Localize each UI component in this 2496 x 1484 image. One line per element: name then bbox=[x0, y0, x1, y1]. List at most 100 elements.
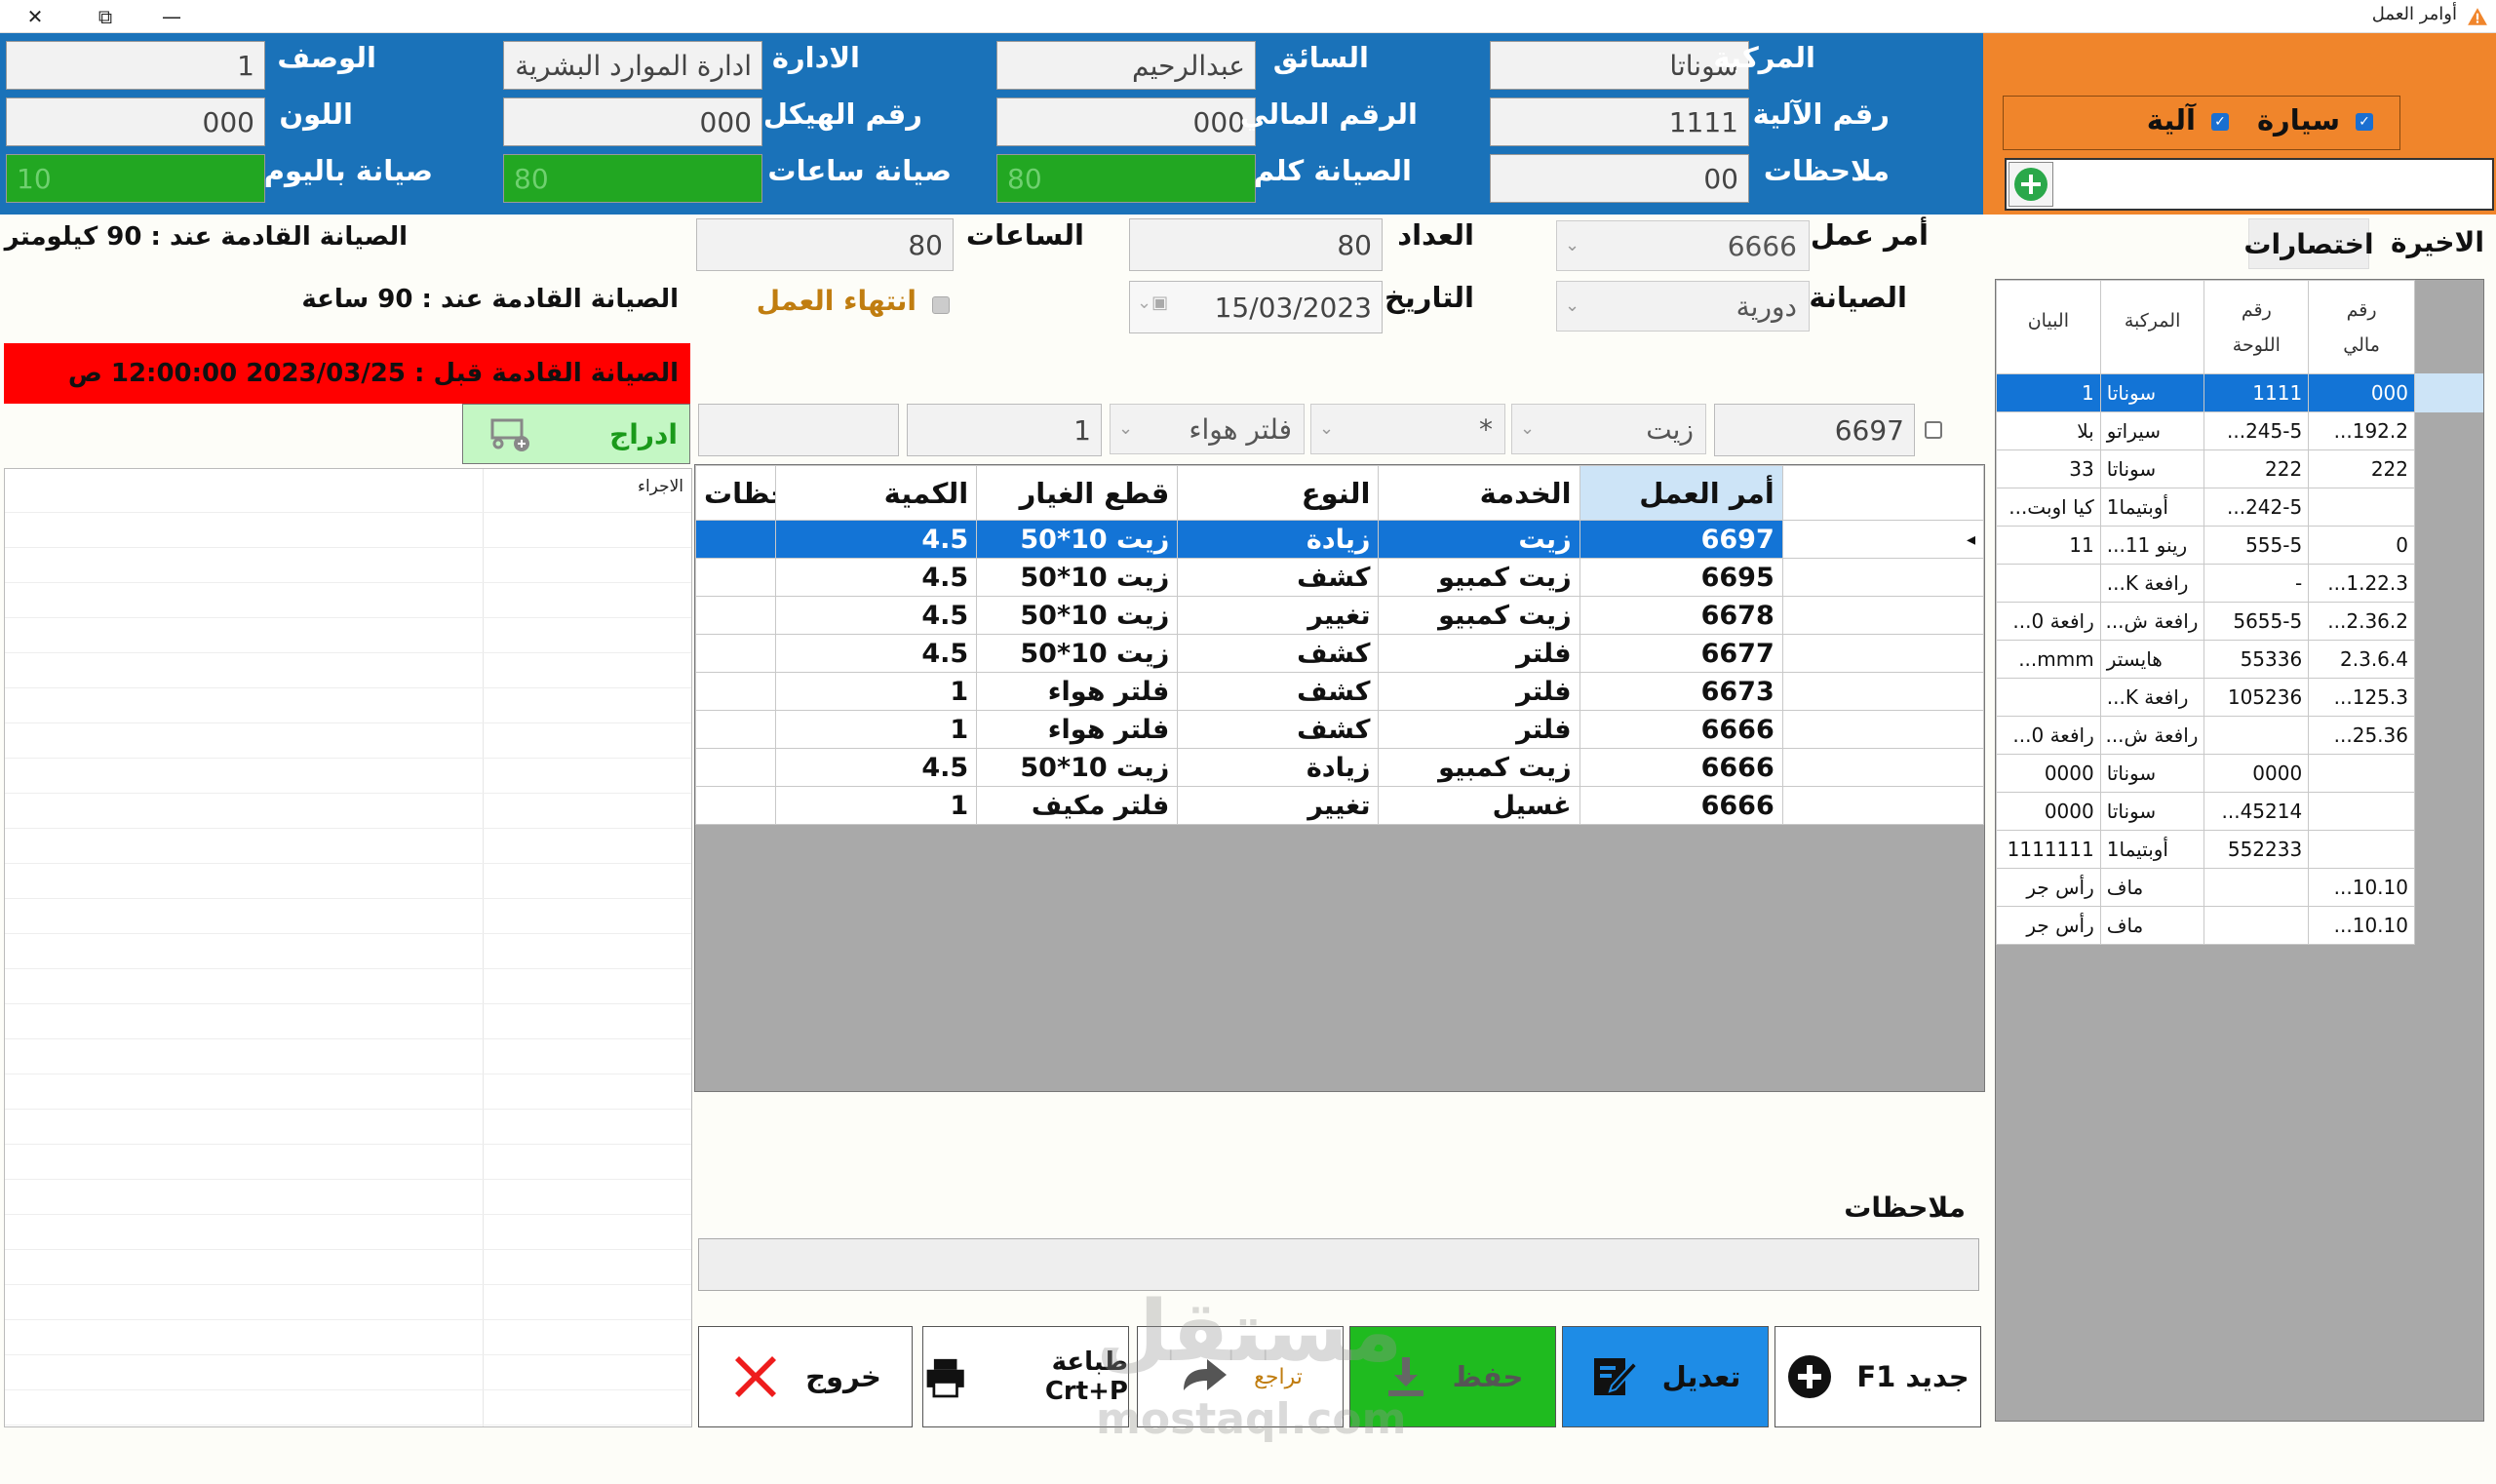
restore-window-button[interactable]: ⧉ bbox=[86, 0, 125, 33]
minimize-window-button[interactable]: — bbox=[152, 0, 191, 33]
grid-line bbox=[5, 933, 691, 934]
km-maintenance-label: الصيانة كلم bbox=[1253, 154, 1412, 187]
entry-notes-field[interactable] bbox=[698, 404, 899, 456]
car-checkbox[interactable]: ✓ bbox=[2356, 113, 2373, 131]
grid-line bbox=[5, 1144, 691, 1145]
table-row[interactable]: 4.5 زيت 10*50 كشف فلتر 6677 bbox=[694, 634, 1985, 673]
maintenance-type-combo[interactable]: دورية ⌄ bbox=[1556, 281, 1810, 332]
tab-shortcuts[interactable]: اختصارات bbox=[2243, 218, 2374, 269]
table-cell bbox=[2308, 754, 2415, 793]
table-row[interactable]: 4.5 زيت 10*50 تغيير زيت كمبيو 6678 bbox=[694, 596, 1985, 635]
table-cell: 4.5 bbox=[775, 558, 978, 597]
table-row[interactable]: 1111111 أوبتيما1 552233 bbox=[1996, 830, 2415, 869]
entry-order-field[interactable]: 6697 bbox=[1714, 404, 1915, 456]
new-button[interactable]: جديد F1 bbox=[1774, 1326, 1981, 1427]
hours-field[interactable]: 80 bbox=[696, 218, 954, 271]
table-row[interactable]: 4.5 زيت 10*50 زيادة زيت كمبيو 6666 bbox=[694, 748, 1985, 787]
column-header[interactable]: قطع الغيار bbox=[976, 465, 1179, 521]
entry-select-checkbox[interactable] bbox=[1925, 421, 1942, 439]
column-header[interactable]: المركبة bbox=[2099, 280, 2205, 374]
work-order-grid: ملاحظاتالكميةقطع الغيارالنوعالخدمةأمر ال… bbox=[694, 464, 1985, 1092]
table-row[interactable]: 11 رينو 11... 555-5 0 bbox=[1996, 526, 2415, 565]
column-header[interactable]: أمر العمل bbox=[1579, 465, 1783, 521]
vehicle-search-input[interactable] bbox=[2005, 158, 2494, 211]
row-indicator[interactable] bbox=[1781, 710, 1985, 749]
column-header[interactable]: رقم مالي bbox=[2308, 280, 2415, 374]
table-row[interactable]: رأس جر ماف 10.10... bbox=[1996, 868, 2415, 907]
grid-line bbox=[5, 793, 691, 794]
table-row[interactable]: كيا اوبت... أوبتيما1 242-5... bbox=[1996, 488, 2415, 527]
exit-button[interactable]: خروج bbox=[698, 1326, 913, 1427]
table-row[interactable]: 0000 سوناتا 0000 bbox=[1996, 754, 2415, 793]
table-row[interactable]: رافعة 0... رافعة ش... 5655-5 2.36.2... bbox=[1996, 602, 2415, 641]
counter-label: العداد bbox=[1397, 218, 1474, 252]
table-row[interactable]: رأس جر ماف 10.10... bbox=[1996, 906, 2415, 945]
column-header[interactable]: الكمية bbox=[775, 465, 978, 521]
save-button-label: حفظ bbox=[1452, 1360, 1524, 1393]
insert-button[interactable]: ادراج bbox=[462, 404, 690, 464]
column-header[interactable]: ملاحظات bbox=[694, 465, 777, 521]
table-row[interactable]: 33 سوناتا 222 222 bbox=[1996, 449, 2415, 488]
table-cell: فلتر bbox=[1378, 710, 1580, 749]
row-indicator[interactable] bbox=[1781, 596, 1985, 635]
entry-service-combo[interactable]: زيت ⌄ bbox=[1511, 404, 1706, 454]
table-row[interactable]: mmm... هايستر 55336 2.3.6.4 bbox=[1996, 640, 2415, 679]
column-header[interactable]: النوع bbox=[1177, 465, 1380, 521]
table-cell: رأس جر bbox=[1996, 868, 2101, 907]
table-cell: تغيير bbox=[1177, 596, 1380, 635]
column-header[interactable]: رقم اللوحة bbox=[2204, 280, 2310, 374]
calendar-dropdown-icon[interactable]: ⌄▣ bbox=[1137, 293, 1168, 313]
table-row[interactable]: 1 فلتر هواء كشف فلتر 6673 bbox=[694, 672, 1985, 711]
table-row[interactable]: 1 سوناتا 1111 000 bbox=[1996, 373, 2415, 412]
table-row[interactable]: رافعة 0... رافعة ش... 25.36... bbox=[1996, 716, 2415, 755]
entry-part-combo[interactable]: فلتر هواء ⌄ bbox=[1110, 404, 1305, 454]
table-cell: 125.3... bbox=[2308, 678, 2415, 717]
chassis-field[interactable]: 000 bbox=[503, 98, 762, 146]
driver-field[interactable]: عبدالرحيم bbox=[996, 41, 1256, 90]
table-row[interactable]: رافعة K... -1.22.3... bbox=[1996, 564, 2415, 603]
row-indicator[interactable] bbox=[1781, 634, 1985, 673]
add-vehicle-button[interactable] bbox=[2008, 162, 2053, 207]
column-header[interactable]: البيان bbox=[1996, 280, 2101, 374]
table-row[interactable]: رافعة K... 105236 125.3... bbox=[1996, 678, 2415, 717]
row-indicator[interactable] bbox=[1781, 672, 1985, 711]
plus-circle-icon bbox=[1788, 1355, 1832, 1398]
table-row[interactable]: 1 فلتر مكيف تغيير غسيل 6666 bbox=[694, 786, 1985, 825]
table-cell: 2.3.6.4 bbox=[2308, 640, 2415, 679]
counter-field[interactable]: 80 bbox=[1129, 218, 1383, 271]
table-cell: كشف bbox=[1177, 710, 1380, 749]
notes-field[interactable]: 00 bbox=[1490, 154, 1749, 203]
edit-button[interactable]: تعديل bbox=[1562, 1326, 1769, 1427]
description-field[interactable]: 1 bbox=[6, 41, 265, 90]
work-order-label: أمر عمل bbox=[1810, 218, 1929, 252]
selection-tail bbox=[2415, 373, 2483, 412]
table-row[interactable]: 1 فلتر هواء كشف فلتر 6666 bbox=[694, 710, 1985, 749]
row-indicator[interactable]: ◂ bbox=[1781, 520, 1985, 559]
hours-maintenance-field[interactable]: 80 bbox=[503, 154, 762, 203]
daily-maintenance-field[interactable]: 10 bbox=[6, 154, 265, 203]
financial-number-field[interactable]: 000 bbox=[996, 98, 1256, 146]
tab-last[interactable]: الاخيرة bbox=[2391, 226, 2484, 258]
row-indicator[interactable] bbox=[1781, 558, 1985, 597]
column-header[interactable]: الخدمة bbox=[1378, 465, 1580, 521]
table-row[interactable]: 4.5 زيت 10*50 كشف زيت كمبيو 6695 bbox=[694, 558, 1985, 597]
entry-qty-field[interactable]: 1 bbox=[907, 404, 1102, 456]
department-field[interactable]: ادارة الموارد البشرية bbox=[503, 41, 762, 90]
end-work-checkbox[interactable] bbox=[932, 296, 950, 314]
table-row[interactable]: بلا سيراتو 245-5... 192.2... bbox=[1996, 411, 2415, 450]
work-order-combo[interactable]: 6666 ⌄ bbox=[1556, 220, 1810, 271]
color-field[interactable]: 000 bbox=[6, 98, 265, 146]
km-maintenance-field[interactable]: 80 bbox=[996, 154, 1256, 203]
grid-line bbox=[5, 758, 691, 759]
machine-number-field[interactable]: 1111 bbox=[1490, 98, 1749, 146]
machine-checkbox[interactable]: ✓ bbox=[2211, 113, 2229, 131]
table-row[interactable]: 0000 سوناتا 45214... bbox=[1996, 792, 2415, 831]
table-row[interactable]: 4.5 زيت 10*50 زيادة زيت 6697 ◂ bbox=[694, 520, 1985, 559]
entry-part-value: فلتر هواء bbox=[1189, 412, 1292, 446]
entry-type-combo[interactable]: * ⌄ bbox=[1310, 404, 1505, 454]
row-indicator[interactable] bbox=[1781, 786, 1985, 825]
close-window-button[interactable]: ✕ bbox=[16, 0, 55, 33]
row-indicator[interactable] bbox=[1781, 748, 1985, 787]
vehicle-field[interactable]: سوناتا bbox=[1490, 41, 1749, 90]
table-cell: أوبتيما1 bbox=[2099, 830, 2205, 869]
